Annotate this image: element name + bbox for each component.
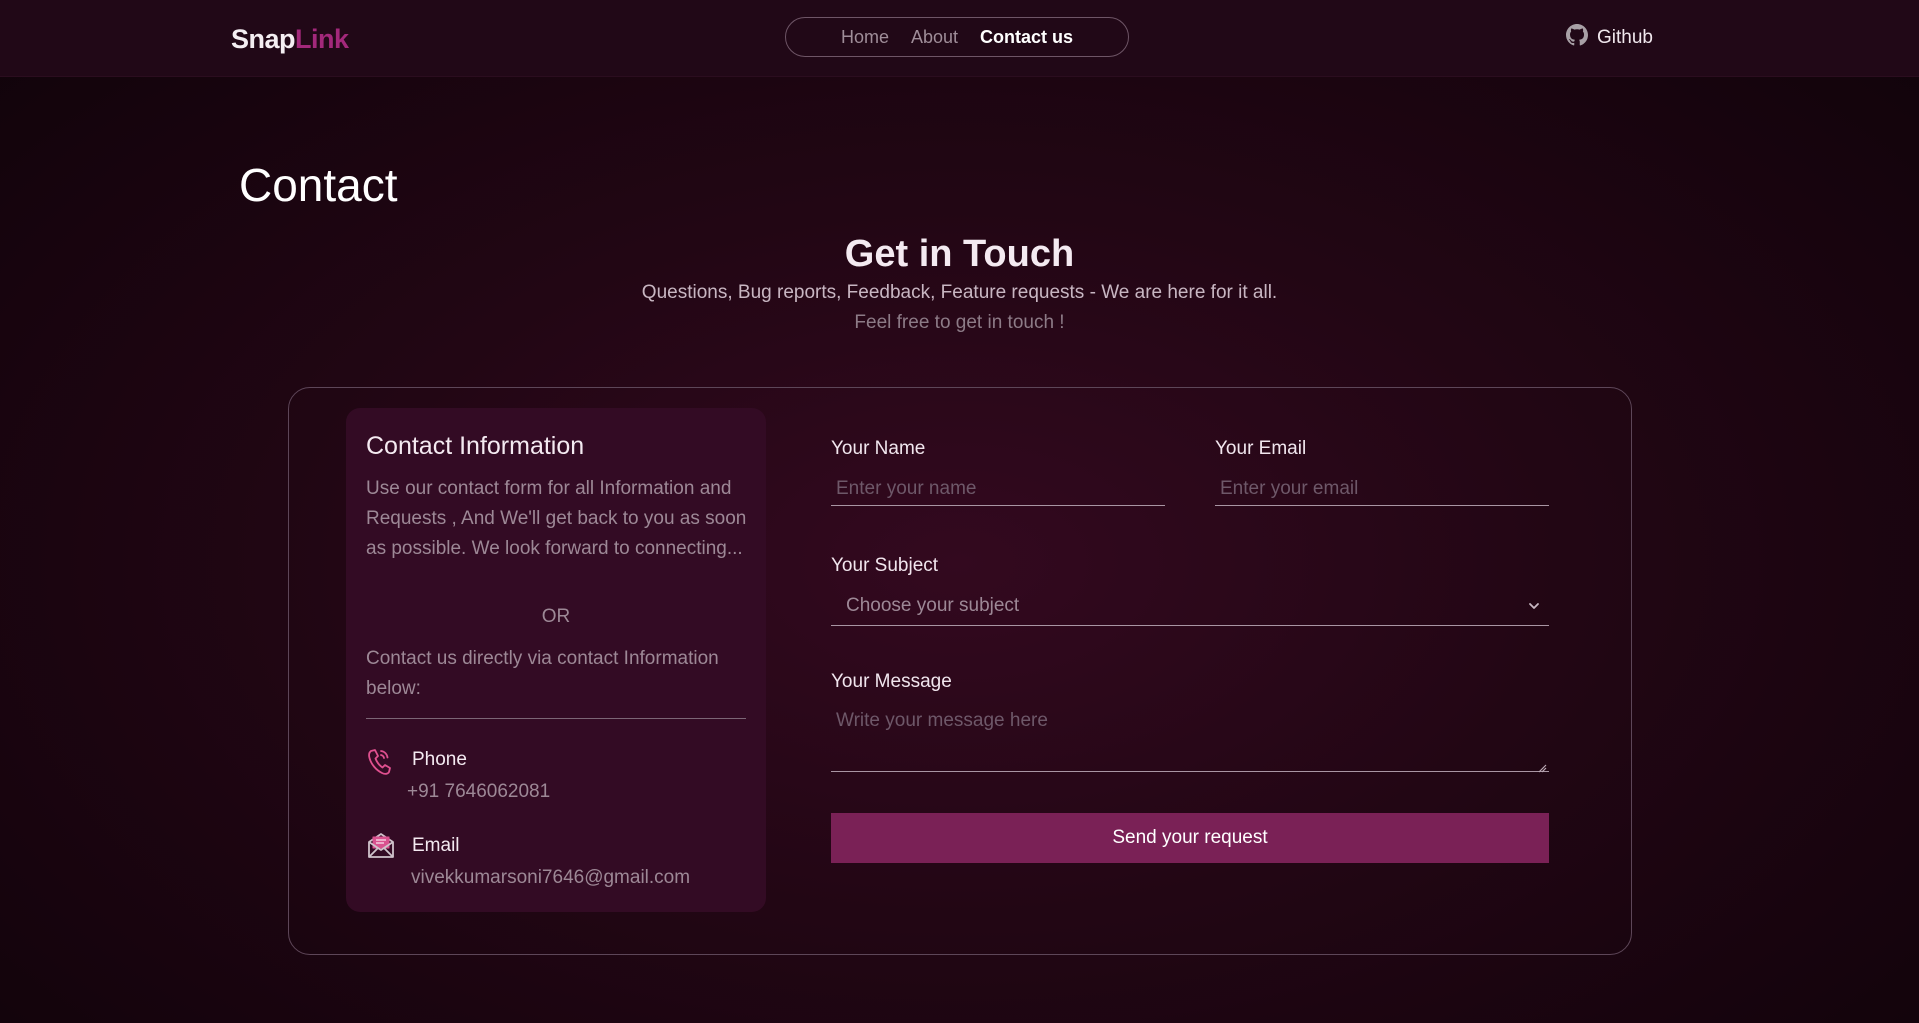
logo-link-text: Link bbox=[295, 24, 349, 54]
resize-grip-icon[interactable] bbox=[1538, 760, 1547, 778]
contact-info-text-direct: Contact us directly via contact Informat… bbox=[366, 648, 719, 699]
email-input[interactable] bbox=[1215, 472, 1549, 506]
get-in-touch-subheading: Questions, Bug reports, Feedback, Featur… bbox=[641, 282, 1278, 303]
github-link[interactable]: Github bbox=[1566, 24, 1653, 52]
page-title: Contact bbox=[239, 159, 398, 211]
nav-home[interactable]: Home bbox=[841, 27, 889, 48]
get-in-touch-note: Feel free to get in touch ! bbox=[854, 312, 1065, 333]
email-value[interactable]: vivekkumarsoni7646@gmail.com bbox=[411, 867, 690, 889]
name-label: Your Name bbox=[831, 438, 926, 459]
github-label: Github bbox=[1597, 27, 1653, 48]
subject-select[interactable]: Choose your subject bbox=[831, 590, 1549, 626]
email-label: Email bbox=[412, 835, 460, 856]
send-request-button[interactable]: Send your request bbox=[831, 813, 1549, 863]
nav-contact-us[interactable]: Contact us bbox=[980, 27, 1073, 48]
email-field-label: Your Email bbox=[1215, 438, 1307, 459]
chevron-down-icon bbox=[1527, 599, 1541, 618]
name-input[interactable] bbox=[831, 472, 1165, 506]
message-label: Your Message bbox=[831, 671, 952, 692]
phone-label: Phone bbox=[412, 749, 467, 770]
info-divider bbox=[366, 718, 746, 719]
logo-snap-text: Snap bbox=[231, 24, 296, 54]
nav-about[interactable]: About bbox=[911, 27, 958, 48]
contact-info-text: Use our contact form for all Information… bbox=[366, 478, 747, 559]
or-divider-text: OR bbox=[541, 606, 571, 627]
message-textarea[interactable] bbox=[831, 706, 1549, 772]
phone-icon bbox=[367, 748, 391, 776]
mail-icon bbox=[367, 831, 395, 859]
subject-label: Your Subject bbox=[831, 555, 939, 576]
top-navbar: SnapLink Home About Contact us Github bbox=[0, 0, 1919, 77]
snaplink-logo[interactable]: SnapLink bbox=[231, 24, 349, 55]
get-in-touch-heading: Get in Touch bbox=[844, 233, 1075, 275]
phone-value[interactable]: +91 7646062081 bbox=[407, 781, 550, 803]
main-nav: Home About Contact us bbox=[785, 17, 1129, 57]
github-icon bbox=[1566, 24, 1588, 52]
subject-select-value: Choose your subject bbox=[846, 595, 1020, 616]
contact-info-title: Contact Information bbox=[366, 432, 585, 460]
